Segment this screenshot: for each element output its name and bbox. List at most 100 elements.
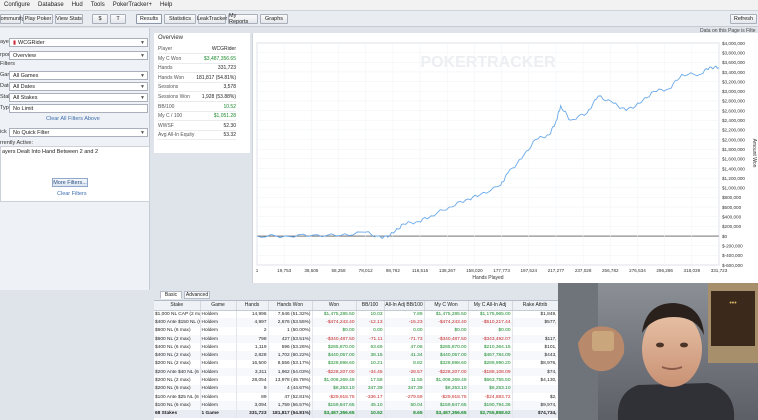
table-cell: $289,990.20 xyxy=(468,359,513,369)
table-row[interactable]: $100 NL (6 max) Holdem 3,094 1,759 (56.57%)… xyxy=(154,401,558,410)
table-cell: 41.34 xyxy=(384,351,425,360)
table-row[interactable]: $200 Ante $40 NL (6 max)Holdem3,3111,962… xyxy=(154,368,558,377)
table-cell: 427 (53.51%) xyxy=(268,334,313,344)
table-total-row[interactable]: 68 Stakes 1 Game 331,723 181,817 (54.81%) $3… xyxy=(154,409,558,418)
tab-basic[interactable]: Basic xyxy=(160,291,182,299)
table-row[interactable]: $1,000 NL CAP (2 max)Holdem14,9967,546 (… xyxy=(154,310,558,319)
chevron-down-icon: ▼ xyxy=(140,53,145,59)
menu-help[interactable]: Help xyxy=(160,2,172,8)
y-tick-label: $1,000,000 xyxy=(722,186,745,191)
menu-configure[interactable]: Configure xyxy=(4,2,30,8)
column-header[interactable]: Stake xyxy=(154,301,201,311)
more-filters-button[interactable]: More Filters... xyxy=(52,178,88,187)
column-header[interactable]: Hands xyxy=(236,301,269,311)
menu-pokertracker-plus[interactable]: PokerTracker+ xyxy=(113,2,152,8)
table-cell: $443, xyxy=(512,351,558,360)
column-header[interactable]: Rake Attrib xyxy=(512,301,558,311)
y-tick-label: $200,000 xyxy=(722,224,742,229)
community-button[interactable]: Community xyxy=(0,14,24,24)
tournament-button[interactable]: T xyxy=(110,14,126,24)
y-tick-label: $2,800,000 xyxy=(722,99,745,104)
table-cell: 8,556 (53.17%) xyxy=(268,359,313,369)
tab-leaktracker[interactable]: LeakTracker xyxy=(197,14,227,24)
table-tabs: Basic Advanced xyxy=(154,290,554,300)
y-tick-label: $800,000 xyxy=(722,195,742,200)
tab-advanced[interactable]: Advanced xyxy=(184,291,210,299)
column-header[interactable]: All-In Adj BB/100 xyxy=(384,301,425,311)
y-tick-label: $1,800,000 xyxy=(722,147,745,152)
type-select[interactable]: No Limit xyxy=(9,104,148,113)
webcam-overlay: ••• xyxy=(558,283,758,420)
quick-filter-select[interactable]: No Quick Filter ▼ xyxy=(9,128,148,137)
clear-filters-link[interactable]: Clear Filters xyxy=(57,191,87,197)
tab-results[interactable]: Results xyxy=(136,14,162,24)
x-tick-label: 38,505 xyxy=(304,268,318,273)
table-cell: Holdem xyxy=(200,359,237,369)
date-select[interactable]: All Dates ▼ xyxy=(9,82,148,91)
overview-row: WWSF 52.30 xyxy=(158,123,236,131)
active-filter-text: ayers Dealt Into Hand Between 2 and 2 xyxy=(2,149,99,155)
table-cell: 1,962 (54.03%) xyxy=(268,368,313,377)
table-cell: $2, xyxy=(512,392,558,402)
overview-row-label: Sessions Won xyxy=(158,94,190,100)
column-header[interactable]: My C All-In Adj xyxy=(468,301,513,311)
table-cell: $4,130, xyxy=(512,376,558,385)
column-header[interactable]: Hands Won xyxy=(268,301,313,311)
tab-statistics[interactable]: Statistics xyxy=(164,14,196,24)
table-cell: $200 NL (2 max) xyxy=(154,376,201,385)
view-stats-button[interactable]: View Stats xyxy=(55,14,83,24)
table-cell: Holdem xyxy=(200,401,237,410)
y-tick-label: $3,800,000 xyxy=(722,50,745,55)
play-poker-button[interactable]: Play Poker xyxy=(23,14,53,24)
table-row[interactable]: $400 NL (6 max) Holdem 1,119 596 (53.26%) $2… xyxy=(154,343,558,352)
overview-row-value: $1,051.28 xyxy=(213,113,236,120)
menu-tools[interactable]: Tools xyxy=(91,2,105,8)
stakes-table: Stake Game Hands Hands Won Won BB/100 All-In A… xyxy=(154,300,558,420)
game-select[interactable]: All Games ▼ xyxy=(9,71,148,80)
cash-button[interactable]: $ xyxy=(92,14,108,24)
report-select[interactable]: Overview ▼ xyxy=(9,51,148,60)
menu-database[interactable]: Database xyxy=(38,2,64,8)
table-row[interactable]: $400 Ante $150 NL (6 max)Holdem4,9972,67… xyxy=(154,318,558,327)
x-tick-label: 138,267 xyxy=(439,268,456,273)
date-label: Date xyxy=(0,83,12,89)
table-row[interactable]: $100 Ante $25 NL (6 max)Holdem8947 (52.8… xyxy=(154,392,558,402)
y-tick-label: $-200,000 xyxy=(722,243,743,248)
table-cell: -$29,918.75 xyxy=(424,392,469,402)
table-cell: 14,996 xyxy=(236,310,269,319)
table-cell: 10.52 xyxy=(356,409,385,418)
player-select[interactable]: ▮ WCGRider ▼ xyxy=(9,38,148,47)
table-row[interactable]: $600 NL (6 max) Holdem 2 1 (50.00%) $0.00 0.0… xyxy=(154,326,558,335)
table-row[interactable]: $200 NL (6 max) Holdem 9 4 (44.67%) $6,253.1… xyxy=(154,384,558,393)
stake-label: Stake xyxy=(0,94,15,100)
table-cell: $400 NL (2 max) xyxy=(154,351,201,360)
column-header[interactable]: BB/100 xyxy=(356,301,385,311)
chevron-down-icon: ▼ xyxy=(140,95,145,101)
table-cell: 181,817 (54.81%) xyxy=(268,409,313,418)
table-cell: $3,487,356.65 xyxy=(312,409,357,418)
table-row[interactable]: $400 NL (2 max) Holdem 2,828 1,702 (60.22%)… xyxy=(154,351,558,360)
table-cell: $159,847.65 xyxy=(312,401,357,410)
column-header[interactable]: Game xyxy=(200,301,237,311)
column-header[interactable]: My C Won xyxy=(424,301,469,311)
y-tick-label: $1,200,000 xyxy=(722,176,745,181)
stake-select[interactable]: All Stakes ▼ xyxy=(9,93,148,102)
table-cell: $190,794.36 xyxy=(468,401,513,410)
x-tick-label: 318,039 xyxy=(684,268,701,273)
quick-filter-label: ick xyxy=(0,129,7,135)
clear-all-filters-link[interactable]: Clear All Filters Above xyxy=(46,116,100,122)
tab-graphs[interactable]: Graphs xyxy=(260,14,288,24)
table-header-row: Stake Game Hands Hands Won Won BB/100 All-In A… xyxy=(154,301,558,311)
table-cell: 1 Game xyxy=(200,409,237,418)
table-row[interactable]: $200 NL (2 max) Holdem 16,500 8,556 (53.17%… xyxy=(154,359,558,369)
table-cell xyxy=(512,384,558,393)
column-header[interactable]: Won xyxy=(312,301,357,311)
x-tick-label: 256,782 xyxy=(602,268,619,273)
table-row[interactable]: $600 NL (2 max) Holdem 798 427 (53.51%) -$34… xyxy=(154,334,558,344)
menu-hud[interactable]: Hud xyxy=(72,2,83,8)
refresh-button[interactable]: Refresh xyxy=(730,14,757,24)
table-cell: 47 (52.81%) xyxy=(268,392,313,402)
tab-my-reports[interactable]: My Reports xyxy=(228,13,258,25)
table-row[interactable]: $200 NL (2 max) Holdem 28,054 13,978 (49.78… xyxy=(154,376,558,385)
overview-row-label: Hands xyxy=(158,65,173,72)
